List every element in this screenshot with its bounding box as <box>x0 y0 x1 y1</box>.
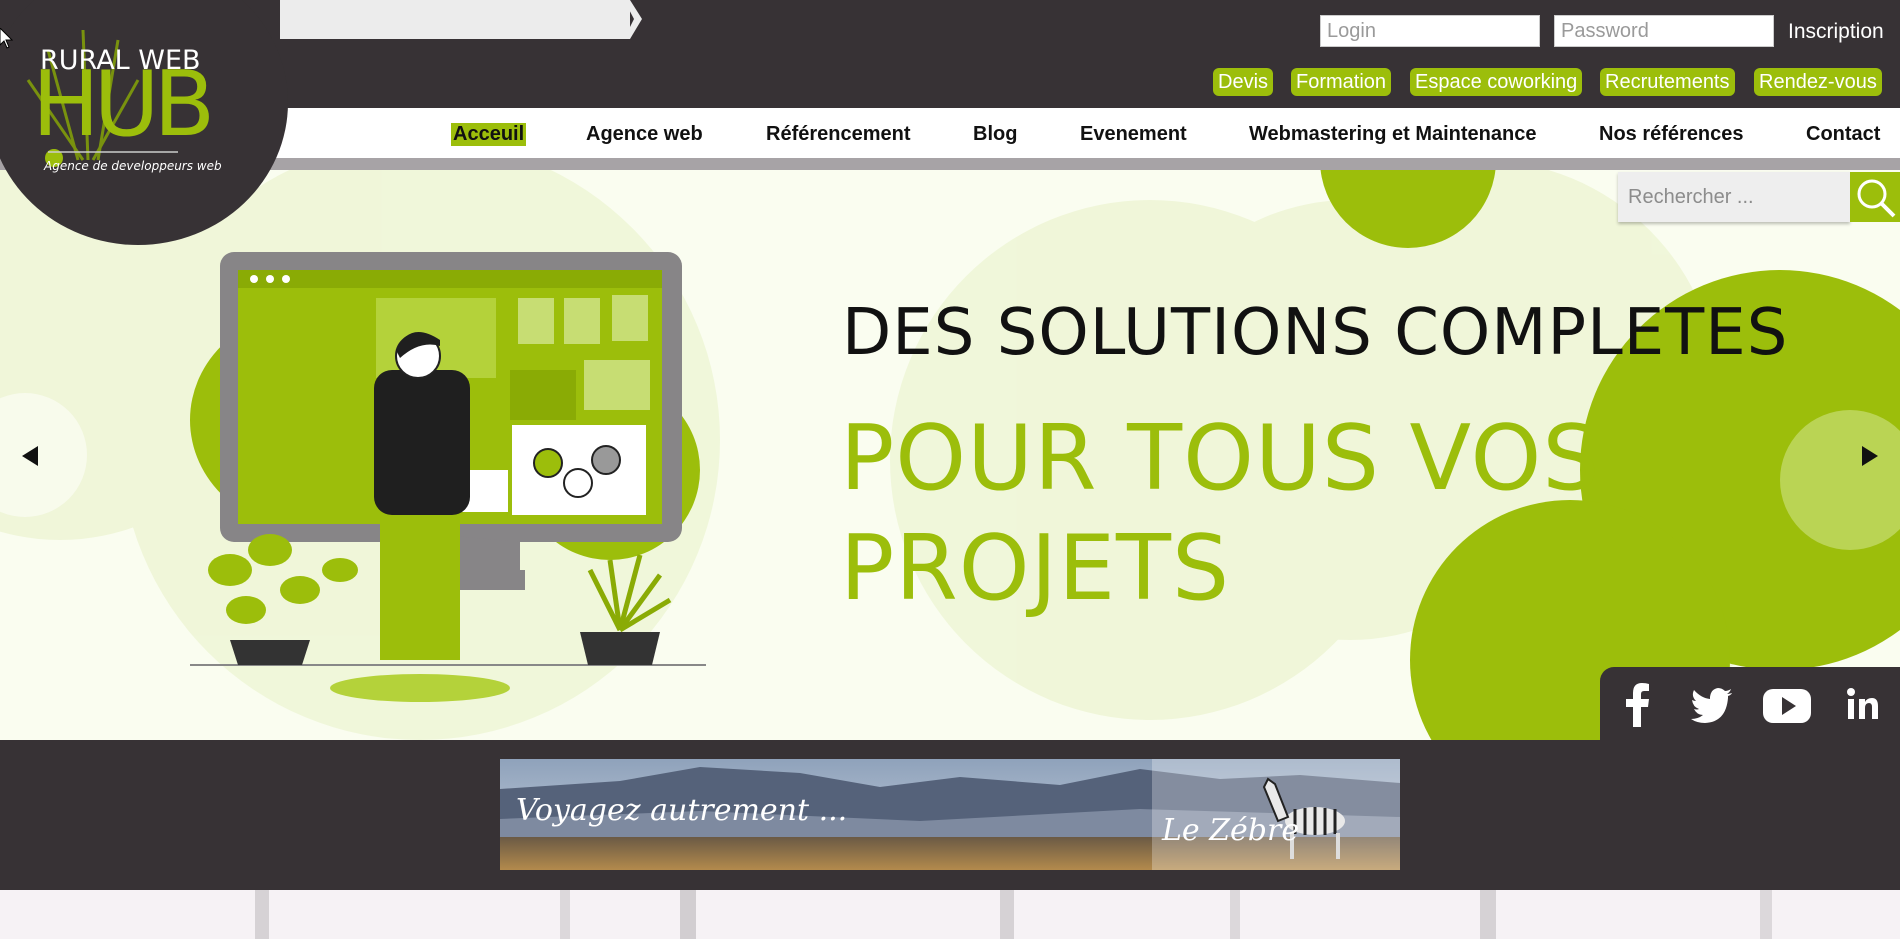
recrutements-button[interactable]: Recrutements <box>1600 68 1735 96</box>
top-strip <box>280 0 630 39</box>
top-strip-arrow <box>624 0 642 39</box>
logo-tagline: Agence de developpeurs web <box>44 159 222 173</box>
rendez-vous-button[interactable]: Rendez-vous <box>1754 68 1882 96</box>
nav-item-contact[interactable]: Contact <box>1806 123 1880 146</box>
nav-divider <box>0 158 1900 170</box>
twitter-icon[interactable] <box>1690 683 1734 727</box>
next-section-preview <box>0 890 1900 939</box>
linkedin-icon[interactable] <box>1846 683 1880 727</box>
hero-headline-line2: POUR TOUS VOS PROJETS <box>840 406 1601 621</box>
slider-prev-icon[interactable] <box>22 446 38 466</box>
nav-item-acceuil[interactable]: Acceuil <box>451 123 527 146</box>
devis-button[interactable]: Devis <box>1213 68 1274 96</box>
facebook-icon[interactable] <box>1622 683 1652 727</box>
mouse-cursor-icon <box>0 28 14 49</box>
nav-item-nos-references[interactable]: Nos références <box>1599 123 1744 146</box>
password-input[interactable] <box>1554 15 1774 47</box>
banner-brand: Le Zébre <box>1162 813 1300 848</box>
logo-line2: HUB <box>32 52 215 157</box>
login-input[interactable] <box>1320 15 1540 47</box>
espace-coworking-button[interactable]: Espace coworking <box>1410 68 1583 96</box>
next-section-graphic <box>255 890 1772 939</box>
slider-next-icon[interactable] <box>1862 446 1878 466</box>
nav-item-webmastering[interactable]: Webmastering et Maintenance <box>1249 123 1536 146</box>
search-icon <box>1857 179 1896 218</box>
formation-button[interactable]: Formation <box>1291 68 1392 96</box>
banner-tagline: Voyagez autrement ... <box>516 793 848 828</box>
nav-item-evenement[interactable]: Evenement <box>1080 123 1187 146</box>
ad-banner[interactable]: Voyagez autrement ... Le Zébre <box>500 759 1400 870</box>
social-bar <box>1600 667 1900 740</box>
search-button[interactable] <box>1850 172 1900 222</box>
inscription-link[interactable]: Inscription <box>1788 20 1884 44</box>
hero-headline-line1: DES SOLUTIONS COMPLETES <box>842 296 1789 370</box>
nav-item-referencement[interactable]: Référencement <box>766 123 911 146</box>
nav-item-agence-web[interactable]: Agence web <box>586 123 703 146</box>
search-box <box>1618 172 1850 222</box>
nav-item-blog[interactable]: Blog <box>973 123 1017 146</box>
youtube-icon[interactable] <box>1762 683 1812 727</box>
search-input[interactable] <box>1618 172 1850 222</box>
